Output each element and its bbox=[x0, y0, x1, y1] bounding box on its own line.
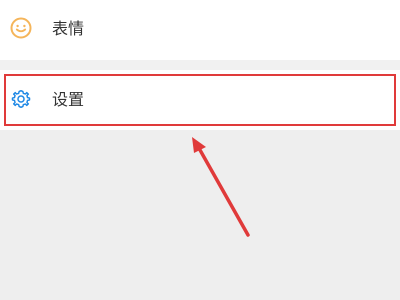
menu-item-label: 表情 bbox=[52, 19, 85, 38]
section-divider bbox=[0, 60, 400, 70]
menu-item-settings[interactable]: 设置 bbox=[0, 70, 400, 130]
menu-item-label: 设置 bbox=[52, 90, 85, 109]
gear-icon bbox=[10, 88, 32, 110]
smiley-face-icon bbox=[10, 17, 32, 39]
menu-item-emoji[interactable]: 表情 bbox=[0, 0, 400, 60]
